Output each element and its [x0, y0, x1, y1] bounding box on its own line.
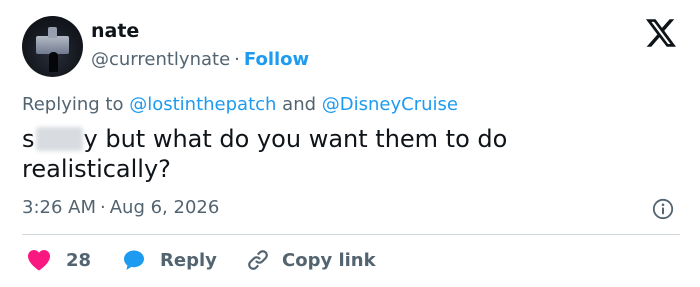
copy-link-label: Copy link [282, 249, 376, 271]
action-bar: 28 Reply Copy link [22, 246, 682, 274]
avatar-figure [49, 52, 58, 72]
link-icon [248, 250, 268, 270]
meta-separator: · [100, 197, 106, 218]
avatar[interactable] [22, 16, 83, 77]
author-handle-line: @currentlynate · Follow [91, 49, 309, 70]
reply-button[interactable]: Reply [122, 246, 217, 274]
mention-link[interactable]: @lostinthepatch [129, 94, 276, 115]
tweet-text-start: s [22, 125, 35, 153]
author-name[interactable]: nate [91, 20, 139, 42]
like-count: 28 [66, 249, 92, 271]
follow-button[interactable]: Follow [244, 49, 309, 70]
author-handle[interactable]: @currentlynate [91, 49, 230, 70]
tweet-text: sy but what do you want them to do reali… [22, 124, 662, 184]
speech-bubble-icon [124, 250, 144, 270]
replying-prefix: Replying to [22, 94, 124, 115]
reply-label: Reply [160, 249, 217, 271]
replying-conjunction: and [282, 94, 317, 115]
mention-link[interactable]: @DisneyCruise [322, 94, 458, 115]
copy-link-button[interactable]: Copy link [246, 246, 376, 274]
tweet-date[interactable]: Aug 6, 2026 [110, 197, 220, 218]
divider [22, 234, 680, 235]
like-button[interactable]: 28 [26, 246, 91, 274]
info-icon[interactable] [652, 198, 674, 220]
handle-separator: · [234, 49, 240, 70]
censored-blur [35, 127, 83, 151]
tweet-meta: 3:26 AM · Aug 6, 2026 [22, 197, 219, 218]
tweet-header: nate @currentlynate · Follow [22, 16, 682, 78]
replying-to: Replying to @lostinthepatch and @DisneyC… [22, 94, 458, 115]
heart-icon [28, 250, 50, 271]
tweet-text-rest: y but what do you want them to do realis… [22, 125, 508, 183]
x-logo-icon[interactable] [646, 19, 676, 47]
tweet-time[interactable]: 3:26 AM [22, 197, 96, 218]
